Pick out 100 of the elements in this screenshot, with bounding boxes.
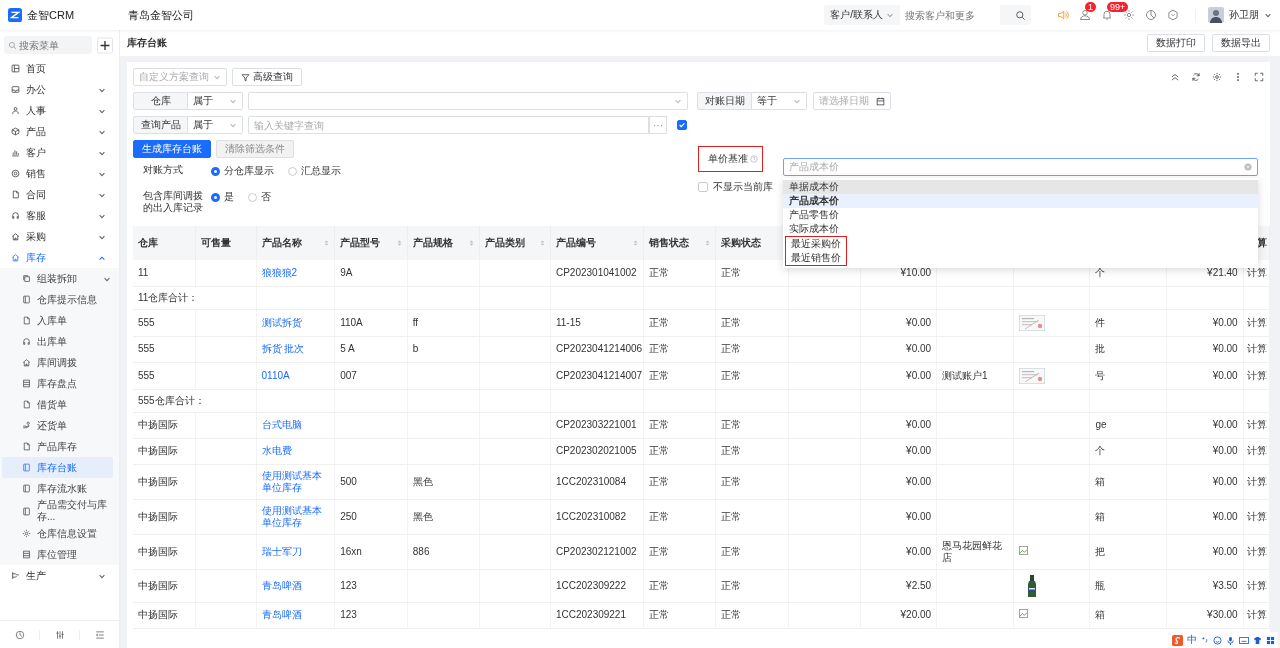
- radio-label[interactable]: 否: [261, 190, 271, 204]
- sidebar-item[interactable]: 产品需交付与库存...: [0, 499, 119, 523]
- sidebar-item[interactable]: 合同: [0, 184, 119, 205]
- sidebar-item[interactable]: 销售: [0, 163, 119, 184]
- dropdown-option[interactable]: 最近采购价: [786, 237, 846, 251]
- sidebar-item[interactable]: 仓库信息设置: [0, 523, 119, 544]
- keyword-field[interactable]: 输入关键字查询: [248, 116, 649, 134]
- generate-button[interactable]: 生成库存台账: [133, 140, 211, 158]
- calculate-link[interactable]: 计算: [1247, 609, 1267, 620]
- input-mode[interactable]: 中: [1187, 633, 1197, 647]
- sidebar-item[interactable]: 库存流水账: [0, 478, 119, 499]
- calculate-link[interactable]: 计算: [1247, 445, 1267, 456]
- grid-icon[interactable]: [1266, 635, 1275, 645]
- sidebar-item[interactable]: 客户: [0, 142, 119, 163]
- product-link[interactable]: 0110A: [261, 369, 330, 382]
- calculate-link[interactable]: 计算: [1247, 343, 1267, 354]
- product-link[interactable]: 青岛啤酒: [261, 609, 330, 621]
- add-icon[interactable]: [97, 36, 113, 54]
- settings-icon[interactable]: [1123, 9, 1135, 21]
- punctuation-icon[interactable]: [1201, 636, 1209, 644]
- microphone-icon[interactable]: [1226, 635, 1235, 645]
- product-link[interactable]: 测试拆货: [261, 316, 330, 329]
- user-icon[interactable]: [1079, 9, 1091, 21]
- action-button[interactable]: 数据导出: [1212, 34, 1270, 52]
- calculate-link[interactable]: 计算: [1247, 419, 1267, 430]
- avatar-icon[interactable]: [1208, 7, 1224, 23]
- product-link[interactable]: 使用测试基本单位库存: [261, 504, 330, 529]
- sidebar-item[interactable]: 产品: [0, 121, 119, 142]
- emoji-icon[interactable]: [1213, 635, 1222, 645]
- product-link[interactable]: 狼狼狼2: [261, 266, 330, 279]
- search-icon[interactable]: [1015, 9, 1026, 21]
- calculate-link[interactable]: 计算: [1247, 475, 1267, 487]
- speaker-icon[interactable]: [1057, 9, 1069, 21]
- sidebar-item[interactable]: 客服: [0, 205, 119, 226]
- sliders-icon[interactable]: [54, 629, 65, 640]
- dropdown-option[interactable]: 最近销售价: [786, 251, 846, 265]
- radio-label[interactable]: 是: [224, 190, 234, 204]
- column-header[interactable]: 仓库: [138, 236, 158, 250]
- radio-button[interactable]: [248, 192, 257, 202]
- operator-select[interactable]: 属于: [188, 116, 243, 134]
- bell-icon[interactable]: [1101, 9, 1113, 21]
- dropdown-option[interactable]: 产品零售价: [783, 208, 1258, 222]
- checkbox[interactable]: [677, 120, 687, 130]
- collapse-menu-icon[interactable]: [94, 629, 105, 640]
- operator-select[interactable]: 等于: [752, 92, 807, 110]
- sidebar-item[interactable]: 产品库存: [0, 436, 119, 457]
- action-button[interactable]: 数据打印: [1147, 34, 1205, 52]
- sidebar-item[interactable]: 库存台账: [2, 457, 113, 478]
- scope-dropdown[interactable]: 客户/联系人: [824, 8, 900, 22]
- sidebar-item[interactable]: 库间调拨: [0, 352, 119, 373]
- dropdown-option[interactable]: 实际成本价: [783, 222, 1258, 236]
- input-method-logo-icon[interactable]: [1172, 634, 1183, 646]
- product-link[interactable]: 台式电脑: [261, 419, 330, 431]
- radio-label[interactable]: 汇总显示: [301, 164, 341, 178]
- column-header[interactable]: 算: [1257, 236, 1267, 250]
- refresh-icon[interactable]: [1191, 72, 1201, 82]
- sidebar-item[interactable]: 库存盘点: [0, 373, 119, 394]
- calculate-link[interactable]: 计算: [1247, 579, 1267, 591]
- sidebar-item[interactable]: 还货单: [0, 415, 119, 436]
- sidebar-item[interactable]: 办公: [0, 79, 119, 100]
- fullscreen-icon[interactable]: [1254, 72, 1264, 82]
- product-link[interactable]: 拆货 批次: [261, 343, 330, 355]
- keyboard-icon[interactable]: [1239, 635, 1249, 645]
- product-link[interactable]: 使用测试基本单位库存: [261, 469, 330, 494]
- radio-button[interactable]: [211, 166, 220, 176]
- dropdown-option[interactable]: 单据成本价: [783, 180, 1258, 194]
- dropdown-option[interactable]: 产品成本价: [783, 194, 1258, 208]
- radio-button[interactable]: [211, 192, 220, 202]
- product-link[interactable]: 瑞士军刀: [261, 545, 330, 558]
- calculate-link[interactable]: 计算: [1247, 369, 1267, 381]
- calculate-link[interactable]: 计算: [1247, 316, 1267, 328]
- settings-icon[interactable]: [1212, 72, 1222, 82]
- sidebar-item[interactable]: 出库单: [0, 331, 119, 352]
- double-chevron-up-icon[interactable]: [1170, 72, 1180, 82]
- sidebar-item[interactable]: 库位管理: [0, 544, 119, 565]
- sidebar-item[interactable]: 仓库提示信息: [0, 289, 119, 310]
- calculate-link[interactable]: 计算: [1247, 510, 1267, 522]
- sidebar-item[interactable]: 借货单: [0, 394, 119, 415]
- sidebar-item[interactable]: 生产: [0, 565, 119, 586]
- sidebar-item[interactable]: 人事: [0, 100, 119, 121]
- calculate-link[interactable]: 计算: [1247, 266, 1267, 278]
- sidebar-item[interactable]: 入库单: [0, 310, 119, 331]
- sidebar-item[interactable]: 库存: [0, 247, 119, 268]
- user-name[interactable]: 孙卫朋: [1229, 8, 1259, 22]
- pie-chart-icon[interactable]: [1145, 9, 1157, 21]
- shirt-icon[interactable]: [1253, 635, 1262, 645]
- history-icon[interactable]: [14, 629, 25, 640]
- checkbox-label[interactable]: 不显示当前库: [713, 180, 773, 194]
- search-field[interactable]: 搜索菜单: [4, 36, 92, 54]
- sidebar-item[interactable]: 首页: [0, 58, 119, 79]
- sidebar-item[interactable]: 采购: [0, 226, 119, 247]
- advanced-query-button[interactable]: 高级查询: [232, 68, 302, 86]
- radio-label[interactable]: 分仓库显示: [224, 164, 274, 178]
- product-link[interactable]: 青岛啤酒: [261, 579, 330, 592]
- product-link[interactable]: 水电费: [261, 445, 330, 457]
- sidebar-item[interactable]: 组装拆卸: [0, 268, 119, 289]
- calculate-link[interactable]: 计算: [1247, 545, 1267, 557]
- hexagon-icon[interactable]: [1167, 9, 1179, 21]
- checkbox[interactable]: [698, 182, 708, 192]
- operator-select[interactable]: 属于: [188, 92, 243, 110]
